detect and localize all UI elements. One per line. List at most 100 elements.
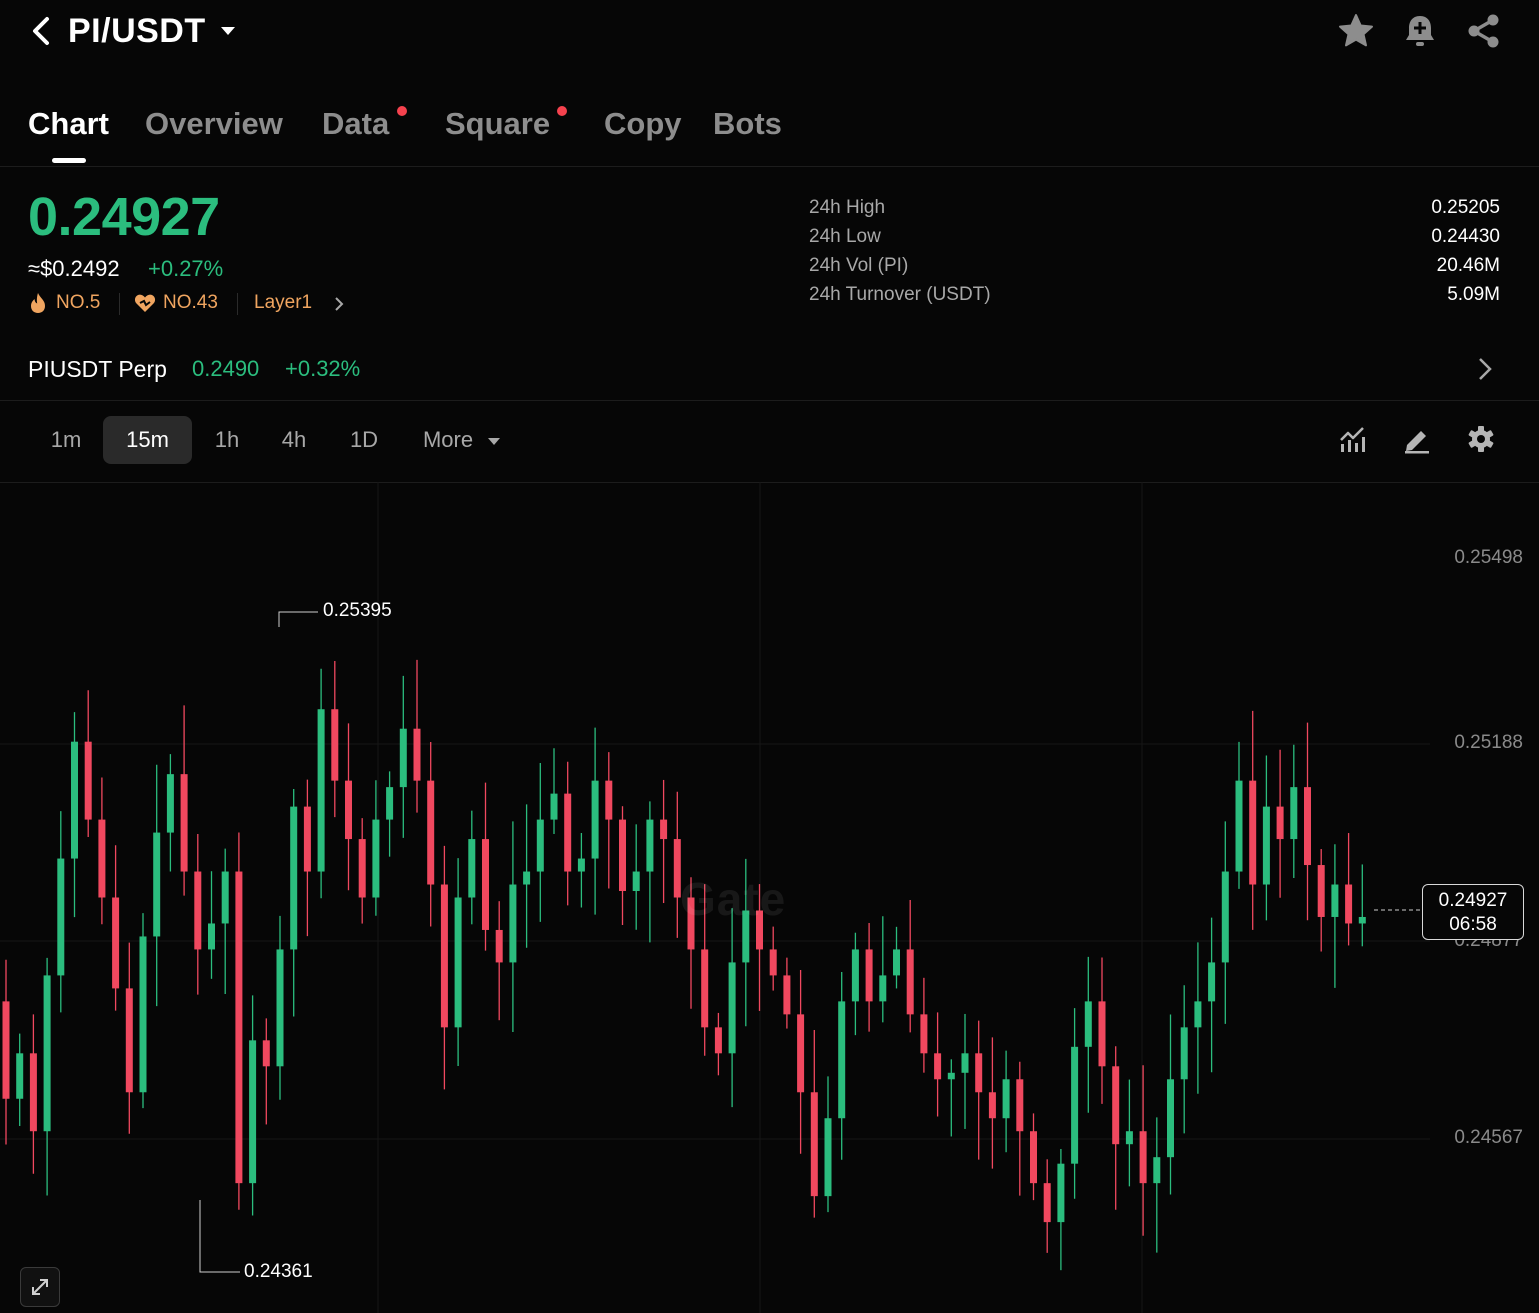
tab-square[interactable]: Square	[445, 106, 550, 142]
candle-body	[153, 832, 161, 937]
candle-body	[1345, 884, 1353, 924]
chevron-right-icon[interactable]	[1476, 356, 1494, 382]
candles-group	[2, 659, 1366, 1271]
candle-body	[550, 793, 558, 820]
candle-body	[577, 858, 585, 872]
candle-body	[495, 929, 503, 963]
candle-body	[125, 988, 133, 1093]
perp-change: +0.32%	[285, 356, 361, 381]
badge-category[interactable]: Layer1	[254, 292, 312, 314]
badge-divider	[119, 293, 120, 315]
flame-icon	[31, 293, 45, 313]
candle-body	[906, 949, 914, 1015]
tab-bar: Chart Overview Data Square Copy Bots	[0, 90, 1539, 167]
candle-body	[851, 949, 859, 1002]
timeframe-more[interactable]: More	[412, 416, 484, 464]
candle-body	[1290, 787, 1298, 840]
timeframe-bar: 1m 15m 1h 4h 1D More	[0, 400, 1539, 483]
tab-bots[interactable]: Bots	[713, 106, 782, 142]
candle-body	[399, 728, 407, 788]
candle-body	[372, 819, 380, 898]
badge-hot-rank[interactable]: NO.5	[56, 292, 100, 314]
fullscreen-button[interactable]	[20, 1267, 60, 1307]
perp-name: PIUSDT Perp	[28, 356, 167, 382]
caret-down-icon[interactable]	[220, 25, 236, 37]
candle-body	[2, 1001, 10, 1099]
settings-gear-icon[interactable]	[1466, 424, 1496, 454]
candle-body	[1331, 884, 1339, 917]
candle-body	[276, 949, 284, 1067]
stat-turnover-label: 24h Turnover (USDT)	[809, 284, 991, 305]
usd-price: ≈$0.2492	[28, 256, 120, 281]
price-change: +0.27%	[148, 256, 224, 281]
drawing-pencil-icon[interactable]	[1402, 424, 1432, 454]
low-marker-line	[199, 1200, 240, 1273]
candle-body	[1139, 1131, 1147, 1184]
candle-body	[865, 949, 873, 1002]
candle-body	[879, 975, 887, 1002]
candle-body	[619, 819, 626, 892]
candle-body	[29, 1053, 37, 1132]
tab-overview[interactable]: Overview	[145, 106, 283, 142]
candle-body	[139, 936, 147, 1093]
candle-body	[783, 975, 791, 1015]
candle-body	[1112, 1066, 1120, 1145]
alert-bell-icon[interactable]	[1401, 12, 1439, 50]
timeframe-1m[interactable]: 1m	[36, 416, 96, 464]
timeframe-1h[interactable]: 1h	[198, 416, 256, 464]
y-axis-label: 0.24567	[1454, 1127, 1523, 1148]
candle-body	[1208, 962, 1216, 1002]
caret-down-icon[interactable]	[488, 437, 500, 446]
candle-body	[1030, 1131, 1037, 1184]
candle-body	[714, 1027, 722, 1054]
candle-body	[605, 780, 613, 820]
tab-data[interactable]: Data	[322, 106, 389, 142]
stat-vol-label: 24h Vol (PI)	[809, 255, 909, 276]
candle-body	[1221, 871, 1229, 963]
stat-low-value: 0.24430	[1431, 226, 1500, 247]
back-arrow-icon[interactable]	[28, 14, 54, 48]
candle-body	[112, 897, 120, 989]
candle-body	[482, 839, 489, 930]
candle-body	[1016, 1079, 1024, 1132]
candle-body	[934, 1053, 942, 1080]
candle-body	[1071, 1046, 1079, 1164]
tab-copy[interactable]: Copy	[604, 106, 682, 142]
indicators-icon[interactable]	[1338, 424, 1368, 454]
timeframe-4h[interactable]: 4h	[264, 416, 324, 464]
candle-body	[427, 780, 435, 885]
candle-countdown: 06:58	[1449, 914, 1497, 935]
candle-body	[413, 728, 421, 781]
tab-chart[interactable]: Chart	[28, 106, 109, 142]
candle-body	[166, 774, 174, 833]
pair-title[interactable]: PI/USDT	[68, 12, 206, 51]
high-marker-label: 0.25395	[323, 600, 392, 621]
last-price: 0.24927	[28, 187, 220, 247]
candle-body	[358, 839, 366, 898]
candle-body	[824, 1118, 832, 1197]
chevron-right-icon[interactable]	[333, 296, 345, 312]
tab-square-notification-dot	[557, 106, 567, 116]
expand-icon	[32, 1279, 48, 1295]
badge-fav-rank[interactable]: NO.43	[163, 292, 218, 314]
candle-body	[1057, 1163, 1065, 1223]
candle-body	[317, 709, 325, 872]
perp-row[interactable]: PIUSDT Perp 0.2490 +0.32%	[0, 340, 1539, 401]
candle-body	[84, 741, 92, 820]
candle-body	[1002, 1079, 1010, 1119]
low-marker-label: 0.24361	[244, 1261, 313, 1282]
candle-body	[728, 962, 736, 1054]
candle-body	[920, 1014, 928, 1054]
candle-body	[1276, 806, 1284, 840]
share-icon[interactable]	[1465, 12, 1503, 50]
gate-watermark: Gate	[680, 873, 787, 925]
timeframe-1d[interactable]: 1D	[334, 416, 394, 464]
candle-body	[1262, 806, 1270, 885]
stat-high-label: 24h High	[809, 197, 886, 218]
candle-body	[564, 793, 572, 872]
y-axis-label: 0.25188	[1454, 732, 1523, 753]
star-icon[interactable]	[1337, 12, 1375, 50]
y-axis-label: 0.25498	[1454, 547, 1523, 568]
timeframe-15m[interactable]: 15m	[103, 416, 192, 464]
candle-body	[893, 949, 900, 976]
